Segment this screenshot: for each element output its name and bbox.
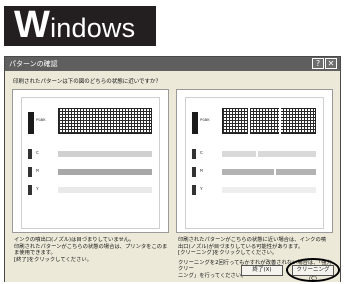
description-line: [終了]をクリックしてください。 xyxy=(14,256,92,263)
nozzle-grid xyxy=(58,108,152,134)
good-pattern-image: PGBK C M Y xyxy=(21,97,160,229)
description-line: ま使用できます。 xyxy=(14,250,56,257)
nozzle-gap xyxy=(248,108,250,134)
windows-banner-rest: indows xyxy=(50,13,136,43)
black-label: PGBK xyxy=(36,119,46,123)
good-pattern-option[interactable]: PGBK C M Y xyxy=(12,89,169,233)
magenta-bar xyxy=(222,169,316,175)
description-line: 印刷されたパターンがこちらの状態に近い場合は、インクの噴 xyxy=(178,237,327,243)
windows-banner: Windows xyxy=(4,6,156,46)
yellow-mark xyxy=(192,185,196,195)
streak-gap xyxy=(256,151,258,157)
cyan-mark xyxy=(192,149,196,159)
help-button[interactable]: ? xyxy=(312,58,324,69)
clogged-pattern-option[interactable]: PGBK C M Y xyxy=(176,89,333,233)
cyan-bar xyxy=(222,151,316,157)
cyan-bar xyxy=(58,151,152,157)
black-label: PGBK xyxy=(200,119,210,123)
windows-banner-initial: W xyxy=(14,4,51,46)
pattern-check-dialog: パターンの確認 ? ✕ 印刷されたパターンは下の図のどちらの状態に近いですか？ … xyxy=(4,56,341,282)
black-mark xyxy=(192,112,198,134)
magenta-label: M xyxy=(200,169,203,174)
yellow-bar xyxy=(222,187,316,193)
good-pattern-description: インクの噴出口(ノズル)は目づまりしていません。 印刷されたパターンがこちらの状… xyxy=(14,237,169,263)
description-line: [クリーニング]をクリックしてください。 xyxy=(178,250,278,257)
yellow-label: Y xyxy=(36,187,39,192)
cyan-label: C xyxy=(36,151,39,156)
highlight-ring xyxy=(286,258,340,282)
magenta-bar xyxy=(58,169,152,175)
magenta-label: M xyxy=(36,169,39,174)
magenta-mark xyxy=(28,167,32,177)
nozzle-grid xyxy=(222,108,316,134)
dialog-question: 印刷されたパターンは下の図のどちらの状態に近いですか？ xyxy=(13,79,162,85)
black-mark xyxy=(28,112,34,134)
cyan-mark xyxy=(28,149,32,159)
description-line: インクの噴出口(ノズル)は目づまりしていません。 xyxy=(14,237,135,243)
nozzle-gap xyxy=(279,108,281,134)
yellow-label: Y xyxy=(200,187,203,192)
dialog-title: パターンの確認 xyxy=(9,60,58,68)
close-button[interactable]: ✕ xyxy=(325,58,337,69)
windows-banner-text: Windows xyxy=(14,6,135,47)
cyan-label: C xyxy=(200,151,203,156)
exit-button[interactable]: 終了(X) xyxy=(241,265,283,276)
streak-gap xyxy=(274,169,276,175)
yellow-bar xyxy=(58,187,152,193)
dialog-titlebar[interactable]: パターンの確認 ? ✕ xyxy=(5,57,340,71)
yellow-mark xyxy=(28,185,32,195)
clogged-pattern-image: PGBK C M Y xyxy=(185,97,324,229)
magenta-mark xyxy=(192,167,196,177)
